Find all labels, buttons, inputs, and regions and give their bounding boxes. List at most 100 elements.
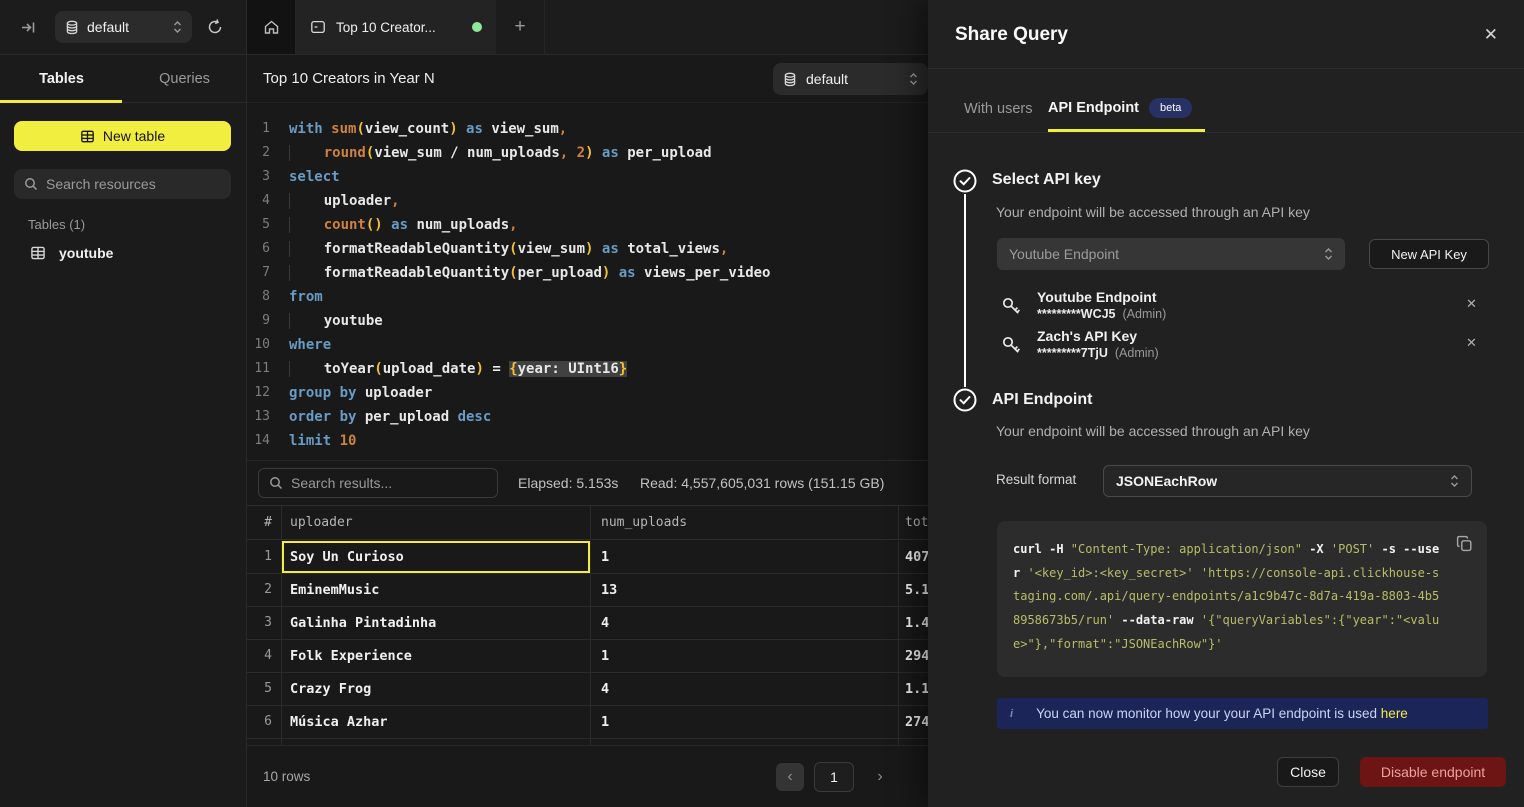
close-icon[interactable]: ✕ — [1484, 25, 1498, 45]
line-number: 9 — [247, 309, 270, 333]
api-key-select[interactable]: Youtube Endpoint — [997, 238, 1345, 270]
new-tab-button[interactable]: + — [496, 0, 545, 54]
editor-line[interactable]: 2 round(view_sum / num_uploads, 2) as pe… — [247, 141, 928, 165]
editor-line[interactable]: 14limit 10 — [247, 429, 928, 453]
table-row[interactable]: 6Música Azhar1274 — [247, 706, 928, 739]
api-key-name: Zach's API Key — [1037, 328, 1137, 344]
column-header-num-uploads[interactable]: num_uploads — [591, 506, 899, 539]
table-cell[interactable]: 3 — [247, 607, 282, 639]
top-bar-left: default — [0, 0, 247, 54]
editor-line[interactable]: 10where — [247, 333, 928, 357]
table-row[interactable]: 3Galinha Pintadinha41.4 — [247, 607, 928, 640]
copy-icon[interactable] — [1456, 535, 1473, 552]
editor-line[interactable]: 6 formatReadableQuantity(view_sum) as to… — [247, 237, 928, 261]
column-header-total-views[interactable]: tot — [899, 506, 928, 539]
table-cell[interactable]: Crazy Frog — [282, 673, 591, 705]
page-number[interactable]: 1 — [814, 762, 854, 792]
new-table-button[interactable]: New table — [14, 121, 231, 151]
tab-api-endpoint[interactable]: API Endpoint beta — [1048, 98, 1192, 118]
sql-editor[interactable]: 1with sum(view_count) as view_sum,2 roun… — [247, 103, 928, 460]
table-cell[interactable]: 1.4 — [899, 607, 928, 639]
sidebar-item-youtube[interactable]: youtube — [18, 239, 233, 267]
table-cell[interactable]: 6 — [247, 706, 282, 738]
table-row[interactable]: 2EminemMusic135.1 — [247, 574, 928, 607]
table-cell[interactable]: 274 — [899, 706, 928, 738]
table-cell[interactable]: 1 — [591, 541, 899, 573]
table-cell[interactable]: 5 — [247, 673, 282, 705]
home-button[interactable] — [247, 0, 296, 54]
result-format-select[interactable]: JSONEachRow — [1103, 465, 1472, 497]
result-format-label: Result format — [996, 472, 1076, 487]
search-results-input[interactable]: Search results... — [258, 468, 498, 498]
refresh-icon[interactable] — [206, 18, 224, 36]
table-cell[interactable]: 13 — [591, 574, 899, 606]
database-selector[interactable]: default — [55, 11, 192, 43]
table-cell[interactable]: 4 — [591, 607, 899, 639]
remove-key-icon[interactable]: ✕ — [1466, 296, 1477, 312]
editor-line[interactable]: 4 uploader, — [247, 189, 928, 213]
table-cell[interactable]: 4 — [591, 673, 899, 705]
line-number: 1 — [247, 117, 270, 141]
table-cell[interactable]: 1 — [247, 541, 282, 573]
table-cell[interactable]: 4 — [247, 640, 282, 672]
line-number: 11 — [247, 357, 270, 381]
query-database-selector[interactable]: default — [773, 63, 928, 95]
chevron-updown-icon — [173, 20, 182, 34]
table-cell[interactable]: Folk Experience — [282, 640, 591, 672]
next-page-button[interactable]: › — [868, 763, 892, 791]
banner-link[interactable]: here — [1381, 706, 1408, 721]
table-cell[interactable]: 407 — [899, 541, 928, 573]
api-key-item[interactable]: Zach's API Key*********7TjU(Admin)✕ — [928, 327, 1524, 366]
table-cell[interactable]: 2 — [247, 574, 282, 606]
close-button[interactable]: Close — [1277, 757, 1339, 787]
line-number: 5 — [247, 213, 270, 237]
table-row[interactable]: 4Folk Experience1294 — [247, 640, 928, 673]
tab-queries[interactable]: Queries — [123, 55, 246, 102]
editor-line[interactable]: 3select — [247, 165, 928, 189]
table-cell[interactable]: 5.1 — [899, 574, 928, 606]
search-resources-input[interactable]: Search resources — [14, 169, 231, 199]
tab-title: Top 10 Creator... — [336, 20, 462, 35]
tab-top-10-creators[interactable]: Top 10 Creator... — [296, 0, 496, 54]
tab-with-users[interactable]: With users — [964, 101, 1033, 117]
editor-line[interactable]: 8from — [247, 285, 928, 309]
table-row[interactable]: 5Crazy Frog41.1 — [247, 673, 928, 706]
previous-page-button[interactable]: ‹ — [776, 763, 804, 791]
line-number: 8 — [247, 285, 270, 309]
table-cell[interactable]: 1 — [591, 640, 899, 672]
collapse-sidebar-icon[interactable] — [20, 19, 37, 36]
database-icon — [65, 20, 79, 35]
unsaved-status-dot — [472, 22, 482, 32]
api-key-item[interactable]: Youtube Endpoint*********WCJ5(Admin)✕ — [928, 288, 1524, 327]
key-icon — [1000, 295, 1022, 317]
editor-line[interactable]: 9 youtube — [247, 309, 928, 333]
table-cell[interactable]: EminemMusic — [282, 574, 591, 606]
table-cell[interactable]: 1.1 — [899, 673, 928, 705]
table-cell[interactable]: Música Azhar — [282, 706, 591, 738]
editor-line[interactable]: 5 count() as num_uploads, — [247, 213, 928, 237]
editor-line[interactable]: 1with sum(view_count) as view_sum, — [247, 117, 928, 141]
share-query-panel: Share Query ✕ With users API Endpoint be… — [928, 0, 1524, 807]
column-header-index[interactable]: # — [247, 506, 282, 539]
api-key-role: (Admin) — [1123, 307, 1167, 321]
editor-line[interactable]: 12group by uploader — [247, 381, 928, 405]
editor-line[interactable]: 7 formatReadableQuantity(per_upload) as … — [247, 261, 928, 285]
editor-line[interactable]: 13order by per_upload desc — [247, 405, 928, 429]
table-cell[interactable]: 1 — [591, 706, 899, 738]
api-key-list: Youtube Endpoint*********WCJ5(Admin)✕Zac… — [928, 288, 1524, 366]
table-cell[interactable]: Galinha Pintadinha — [282, 607, 591, 639]
disable-endpoint-button[interactable]: Disable endpoint — [1360, 757, 1506, 787]
chevron-updown-icon — [1324, 247, 1333, 261]
active-tab-underline — [0, 100, 122, 103]
table-row[interactable]: 1Soy Un Curioso1407 — [247, 541, 928, 574]
tab-tables[interactable]: Tables — [0, 55, 123, 102]
remove-key-icon[interactable]: ✕ — [1466, 335, 1477, 351]
new-table-label: New table — [103, 128, 165, 144]
column-header-uploader[interactable]: uploader — [282, 506, 591, 539]
chevron-updown-icon — [909, 72, 918, 86]
table-cell[interactable]: 294 — [899, 640, 928, 672]
editor-line[interactable]: 11 toYear(upload_date) = {year: UInt16} — [247, 357, 928, 381]
table-cell[interactable]: Soy Un Curioso — [282, 541, 591, 573]
new-api-key-button[interactable]: New API Key — [1369, 239, 1489, 269]
table-name: youtube — [59, 245, 113, 261]
